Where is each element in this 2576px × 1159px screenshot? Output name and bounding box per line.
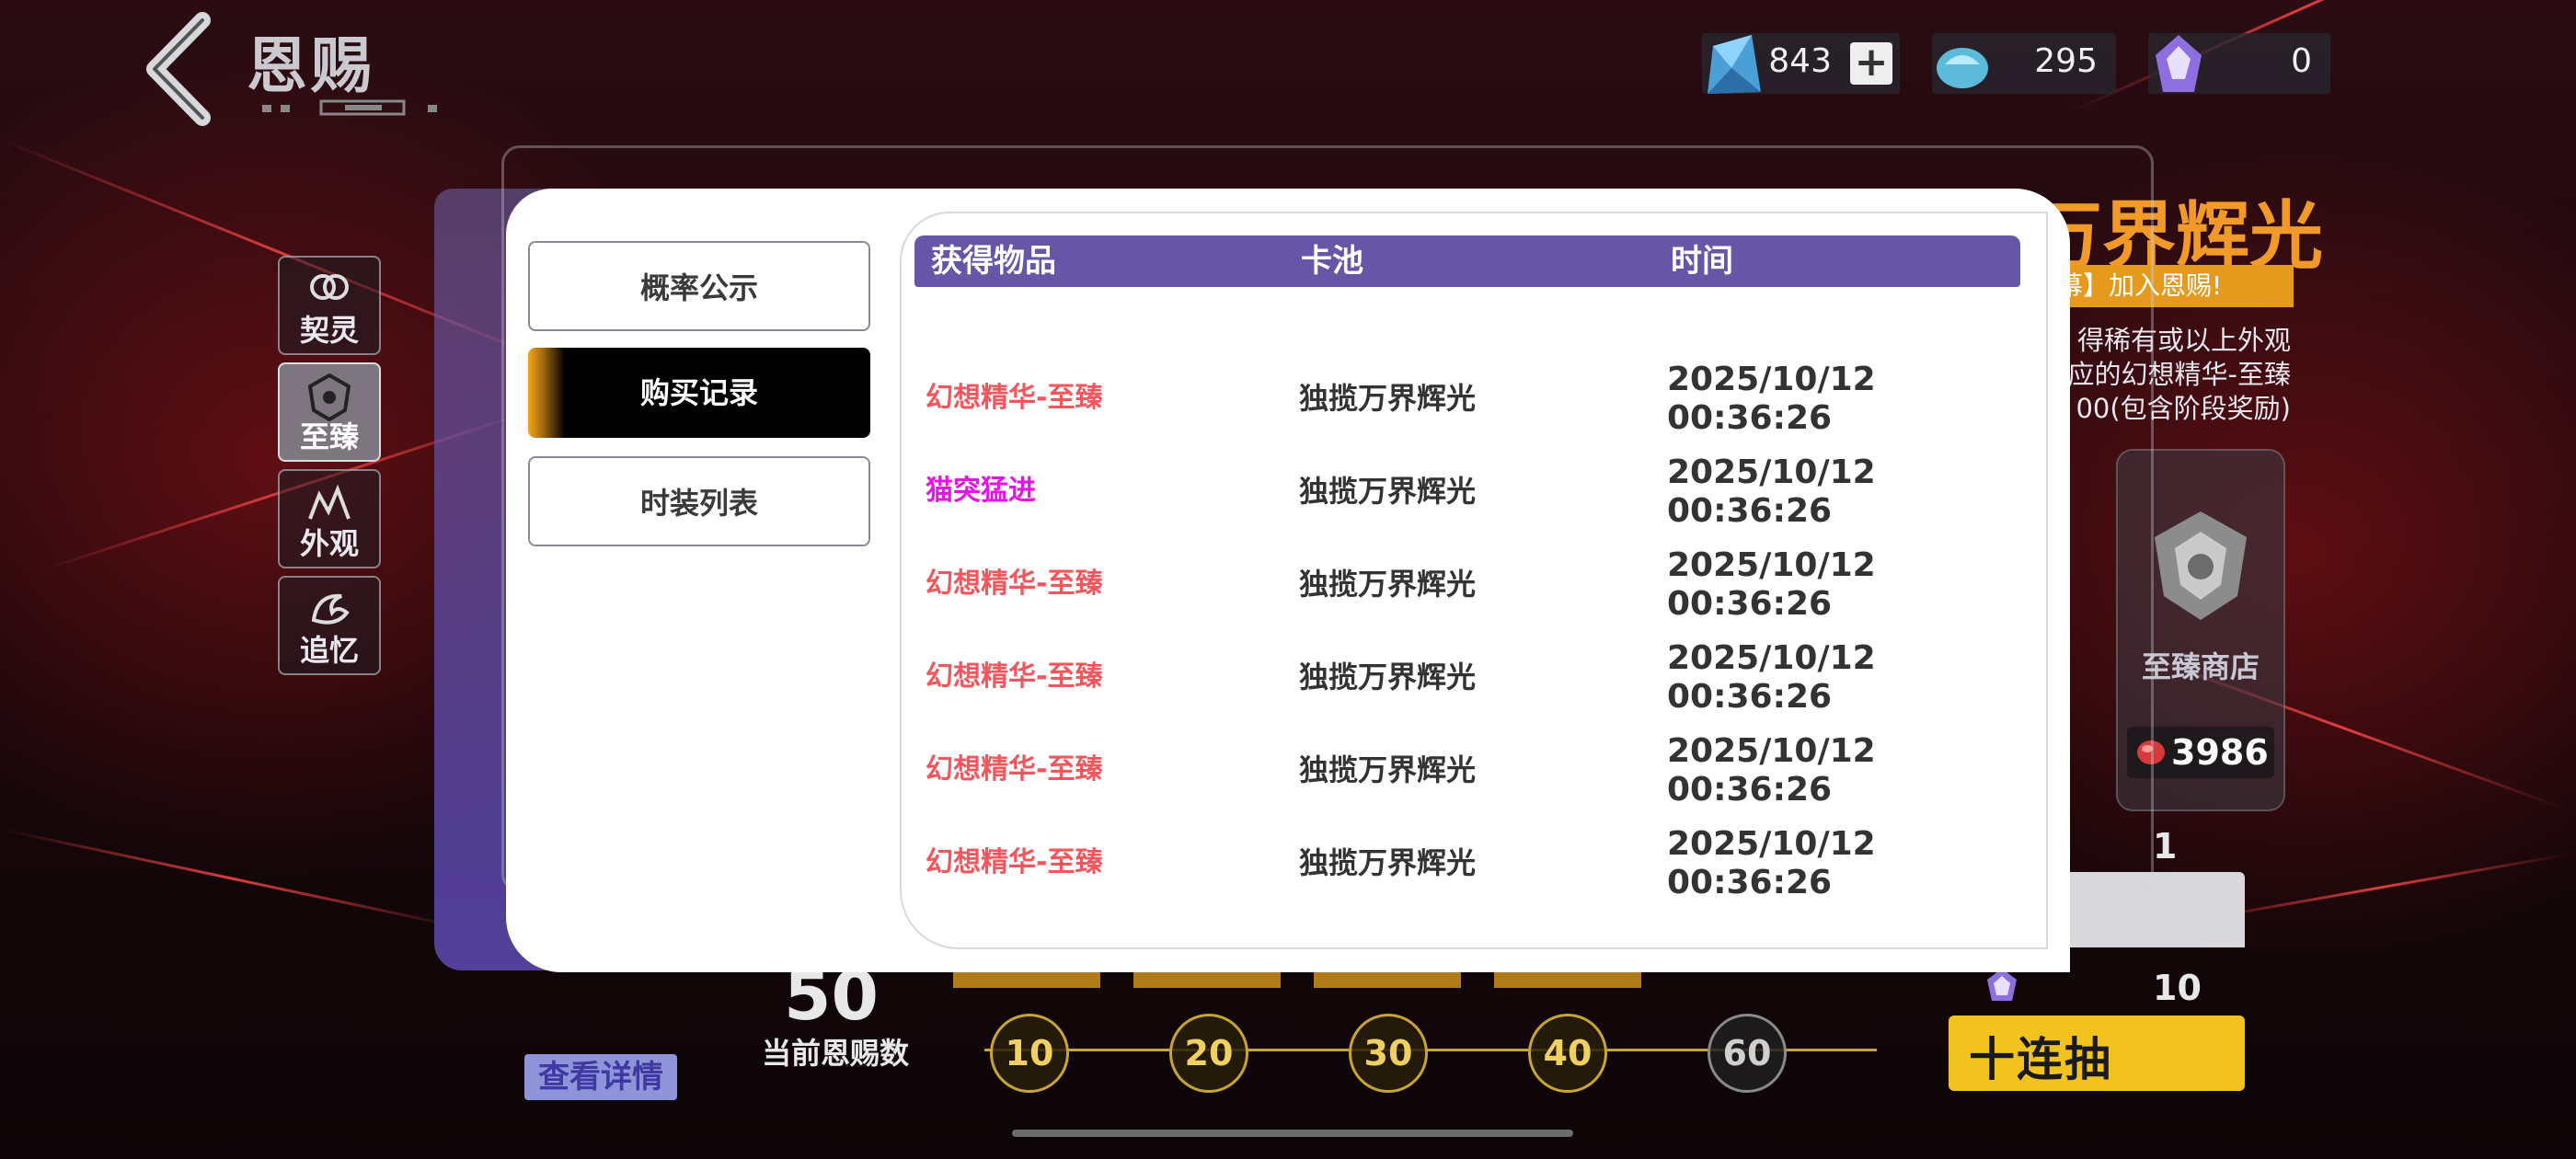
category-tab-spirit[interactable]: 契灵: [278, 256, 381, 355]
row-time: 2025/10/12 00:36:26: [1667, 453, 1906, 531]
row-time: 2025/10/12 00:36:26: [1667, 546, 1906, 624]
decorative-watermark: [440, 202, 504, 846]
milestone-20[interactable]: 20: [1169, 1014, 1248, 1093]
table-row: 猫突猛进 独揽万界辉光 2025/10/12 00:36:26: [914, 450, 2020, 533]
row-item: 猫突猛进: [926, 475, 1036, 507]
row-date: 2025/10/12: [1667, 361, 1876, 398]
row-pool: 独揽万界辉光: [1299, 752, 1477, 787]
row-clock: 00:36:26: [1667, 864, 1833, 901]
row-pool: 独揽万界辉光: [1299, 474, 1477, 509]
view-details-button[interactable]: 查看详情: [524, 1054, 677, 1100]
table-header: 获得物品 卡池 时间: [914, 235, 2020, 287]
row-time: 2025/10/12 00:36:26: [1667, 639, 1906, 717]
row-pool: 独揽万界辉光: [1299, 567, 1477, 602]
row-pool: 独揽万界辉光: [1299, 660, 1477, 694]
currency-blue-gem: 295: [1932, 33, 2116, 94]
table-row: 幻想精华-至臻 独揽万界辉光 2025/10/12 00:36:26: [914, 357, 2020, 440]
row-clock: 00:36:26: [1667, 399, 1833, 437]
row-time: 2025/10/12 00:36:26: [1667, 732, 1906, 809]
milestone-30[interactable]: 30: [1349, 1014, 1428, 1093]
table-row: 幻想精华-至臻 独揽万界辉光 2025/10/12 00:36:26: [914, 729, 2020, 811]
row-time: 2025/10/12 00:36:26: [1667, 361, 1906, 438]
row-pool: 独揽万界辉光: [1299, 845, 1477, 880]
milestone-60[interactable]: 60: [1708, 1014, 1787, 1093]
ten-draw-count: 10: [2153, 968, 2202, 1008]
page-title: 恩赐: [247, 30, 375, 101]
column-header-pool: 卡池: [1301, 243, 1363, 280]
category-tab-memory[interactable]: 追忆: [278, 576, 381, 675]
title-decoration: [262, 99, 437, 116]
tab-purchase-record[interactable]: 购买记录: [528, 348, 870, 438]
milestone-10[interactable]: 10: [990, 1014, 1069, 1093]
row-date: 2025/10/12: [1667, 453, 1876, 491]
table-row: 幻想精华-至臻 独揽万界辉光 2025/10/12 00:36:26: [914, 543, 2020, 625]
row-item: 幻想精华-至臻: [926, 568, 1103, 600]
row-item: 幻想精华-至臻: [926, 660, 1103, 693]
row-time: 2025/10/12 00:36:26: [1667, 825, 1906, 902]
currency-crystal: 843 +: [1702, 33, 1900, 94]
row-date: 2025/10/12: [1667, 546, 1876, 584]
milestone-40[interactable]: 40: [1528, 1014, 1607, 1093]
column-header-time: 时间: [1671, 243, 1733, 280]
tab-probability[interactable]: 概率公示: [528, 241, 870, 331]
currency-purple-token: 0: [2148, 33, 2330, 94]
row-clock: 00:36:26: [1667, 585, 1833, 623]
row-date: 2025/10/12: [1667, 825, 1876, 863]
add-currency-button[interactable]: +: [1850, 42, 1892, 85]
row-date: 2025/10/12: [1667, 639, 1876, 677]
table-row: 幻想精华-至臻 独揽万界辉光 2025/10/12 00:36:26: [914, 636, 2020, 718]
row-item: 幻想精华-至臻: [926, 846, 1103, 878]
row-item: 幻想精华-至臻: [926, 753, 1103, 786]
table-row: 幻想精华-至臻 独揽万界辉光 2025/10/12 00:36:26: [914, 821, 2020, 904]
row-pool: 独揽万界辉光: [1299, 381, 1477, 416]
row-item: 幻想精华-至臻: [926, 382, 1103, 414]
tab-outfit-list[interactable]: 时装列表: [528, 456, 870, 546]
category-tab-emblem[interactable]: 至臻: [278, 362, 381, 462]
home-indicator: [1012, 1130, 1573, 1137]
single-draw-count: 1: [2153, 826, 2178, 866]
column-header-item: 获得物品: [931, 243, 1056, 280]
back-chevron-icon[interactable]: [129, 9, 230, 129]
ten-draw-button[interactable]: 十连抽: [1949, 1016, 2245, 1091]
row-clock: 00:36:26: [1667, 678, 1833, 716]
row-clock: 00:36:26: [1667, 771, 1833, 809]
current-blessing-label: 当前恩赐数: [762, 1036, 910, 1071]
shop-emblem-icon: [2155, 511, 2247, 620]
row-clock: 00:36:26: [1667, 492, 1833, 530]
crystal-icon: [1708, 35, 1761, 94]
purple-token-icon: [2156, 35, 2202, 92]
blue-gem-icon: [1937, 48, 1988, 88]
category-tab-outfit[interactable]: 外观: [278, 469, 381, 568]
row-date: 2025/10/12: [1667, 732, 1876, 770]
